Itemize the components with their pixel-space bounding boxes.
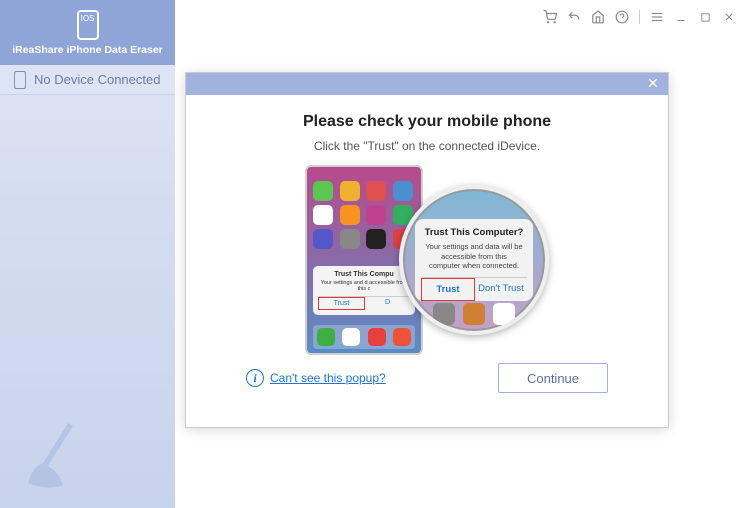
broom-decoration	[18, 418, 98, 498]
titlebar	[539, 6, 740, 28]
app-icon	[366, 181, 386, 201]
brand-phone-icon: IOS	[77, 10, 99, 40]
trust-modal: ✕ Please check your mobile phone Click t…	[185, 72, 669, 428]
app-icon	[340, 205, 360, 225]
device-icon	[14, 71, 26, 89]
zoom-trust-button: Trust	[421, 278, 475, 301]
zoom-circle: Trust This Computer? Your settings and d…	[399, 185, 549, 335]
brand-name: iReaShare iPhone Data Eraser	[12, 44, 163, 56]
titlebar-divider	[639, 10, 640, 24]
zoom-app-icon	[493, 303, 515, 325]
illustration: Trust This Compu Your settings and d acc…	[216, 165, 638, 355]
brand-header: IOS iReaShare iPhone Data Eraser	[0, 0, 175, 65]
info-icon: i	[246, 369, 264, 387]
help-icon[interactable]	[611, 6, 633, 28]
app-icon	[313, 205, 333, 225]
phone-trust-button: Trust	[318, 297, 365, 310]
zoom-dont-trust-button: Don't Trust	[475, 278, 527, 301]
app-icon	[366, 229, 386, 249]
zoom-app-icon	[433, 303, 455, 325]
phone-dont-trust-button: D	[365, 297, 410, 310]
minimize-icon[interactable]	[670, 6, 692, 28]
app-icon	[366, 205, 386, 225]
modal-header: ✕	[186, 73, 668, 95]
dock-app-icon	[342, 328, 360, 346]
zoom-app-icon	[463, 303, 485, 325]
app-icon	[313, 181, 333, 201]
modal-footer: i Can't see this popup? Continue	[216, 363, 638, 393]
modal-body: Please check your mobile phone Click the…	[186, 95, 668, 405]
help-link-group[interactable]: i Can't see this popup?	[246, 369, 386, 387]
device-status-row[interactable]: No Device Connected	[0, 65, 175, 95]
app-icon	[393, 181, 413, 201]
modal-title: Please check your mobile phone	[216, 113, 638, 131]
sidebar: IOS iReaShare iPhone Data Eraser No Devi…	[0, 0, 175, 508]
app-icon	[340, 181, 360, 201]
back-icon[interactable]	[563, 6, 585, 28]
dock-app-icon	[393, 328, 411, 346]
dock-app-icon	[317, 328, 335, 346]
home-icon[interactable]	[587, 6, 609, 28]
close-icon[interactable]	[718, 6, 740, 28]
menu-icon[interactable]	[646, 6, 668, 28]
maximize-icon[interactable]	[694, 6, 716, 28]
continue-button[interactable]: Continue	[498, 363, 608, 393]
dock-app-icon	[368, 328, 386, 346]
device-status-text: No Device Connected	[34, 72, 160, 87]
help-link[interactable]: Can't see this popup?	[270, 371, 386, 385]
app-icon	[340, 229, 360, 249]
modal-subtitle: Click the "Trust" on the connected iDevi…	[216, 139, 638, 153]
zoom-trust-dialog: Trust This Computer? Your settings and d…	[415, 219, 533, 301]
cart-icon[interactable]	[539, 6, 561, 28]
modal-close-icon[interactable]: ✕	[644, 75, 662, 92]
app-icon	[313, 229, 333, 249]
